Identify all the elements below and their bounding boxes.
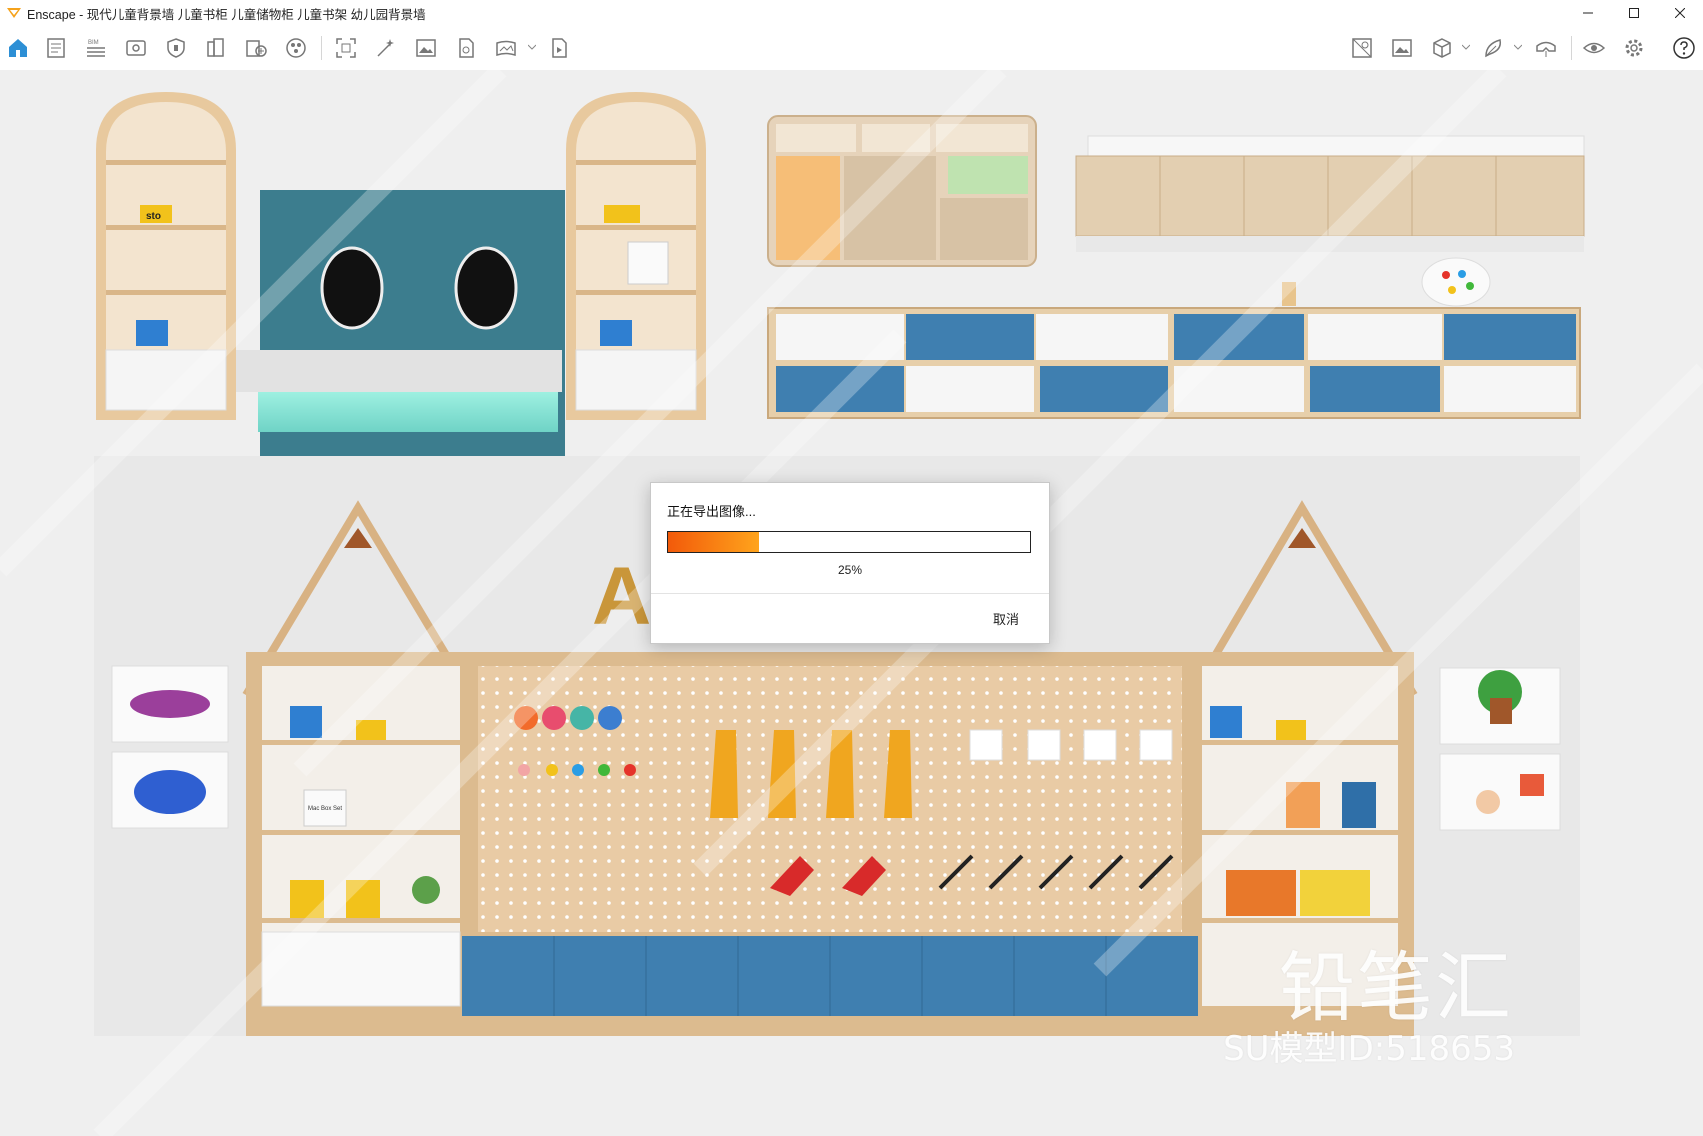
exe-button[interactable] [454,36,478,60]
material-editor-button[interactable] [1482,36,1506,60]
site-context-button[interactable] [1350,36,1374,60]
brand-label: sto [146,211,161,222]
main-toolbar: BIM [0,26,1703,88]
window-controls [1565,0,1703,26]
material-editor-icon [1485,39,1502,58]
gallery-button[interactable] [1390,36,1414,60]
screenshot-icon [416,39,436,57]
asset-library-button[interactable] [244,36,268,60]
bim-button[interactable]: BIM [84,36,108,60]
bim-icon: BIM [87,40,105,57]
shield-icon [167,38,185,58]
materials-icon [286,38,306,58]
storage-cabinet [767,115,1037,267]
assets-button[interactable] [204,36,228,60]
dialog-message: 正在导出图像... [667,504,756,519]
enscape-logo-icon [7,8,21,18]
toolbar-separator [1571,36,1572,60]
eye-icon [1582,42,1606,54]
home-button[interactable] [6,36,30,60]
gallery-icon [1392,39,1412,57]
batch-render-button[interactable] [374,36,398,60]
site-context-icon [1352,38,1372,58]
shield-button[interactable] [164,36,188,60]
video-button[interactable] [548,36,572,60]
asset-library-icon [246,40,267,57]
close-button[interactable] [1657,0,1703,26]
cube-dropdown-icon[interactable] [1462,44,1470,50]
capture-button[interactable] [334,36,358,60]
video-icon [552,38,567,58]
view-icon [126,40,146,56]
help-button[interactable] [1672,36,1696,60]
settings-icon [1625,39,1643,57]
window-title: Enscape - 现代儿童背景墙 儿童书柜 儿童储物柜 儿童书架 幼儿园背景墙 [27,7,426,22]
eye-button[interactable] [1582,36,1606,60]
dialog-divider [651,593,1049,594]
maximize-icon [1629,8,1639,18]
progress-percent: 25% [837,563,863,577]
view-button[interactable] [124,36,148,60]
cancel-button[interactable]: 取消 [993,609,1019,628]
screenshot-button[interactable] [414,36,438,60]
progress-bar [667,531,1031,553]
help-icon [1673,37,1695,59]
assets-icon [207,38,224,57]
close-icon [1675,8,1685,18]
export-progress-dialog: 正在导出图像... 25% 取消 [650,482,1050,644]
panorama-dropdown-icon[interactable] [528,44,536,50]
exe-icon [459,38,474,58]
title-bar: Enscape - 现代儿童背景墙 儿童书柜 儿童储物柜 儿童书架 幼儿园背景墙 [0,0,1703,26]
progress-fill [668,532,759,552]
vr-icon [1536,41,1556,57]
bim-label: BIM [88,40,99,46]
cube-button[interactable] [1430,36,1454,60]
book-title: Mac Box Set [308,806,342,812]
home-icon [9,39,27,57]
toolbar-separator [321,36,322,60]
panorama-button[interactable] [494,36,518,60]
material-dropdown-icon[interactable] [1514,44,1522,50]
minimize-button[interactable] [1565,0,1611,26]
cube-icon [1433,38,1451,58]
watermark-logo: 铅笔汇 [1279,943,1513,1032]
settings-button[interactable] [1622,36,1646,60]
notes-icon [47,38,65,58]
capture-icon [336,38,356,58]
notes-button[interactable] [44,36,68,60]
maximize-button[interactable] [1611,0,1657,26]
watermark-model-id: SU模型ID:518653 [1223,1029,1515,1069]
vr-button[interactable] [1534,36,1558,60]
minimize-icon [1583,12,1593,14]
batch-render-icon [377,39,394,57]
panorama-icon [496,40,516,57]
materials-button[interactable] [284,36,308,60]
